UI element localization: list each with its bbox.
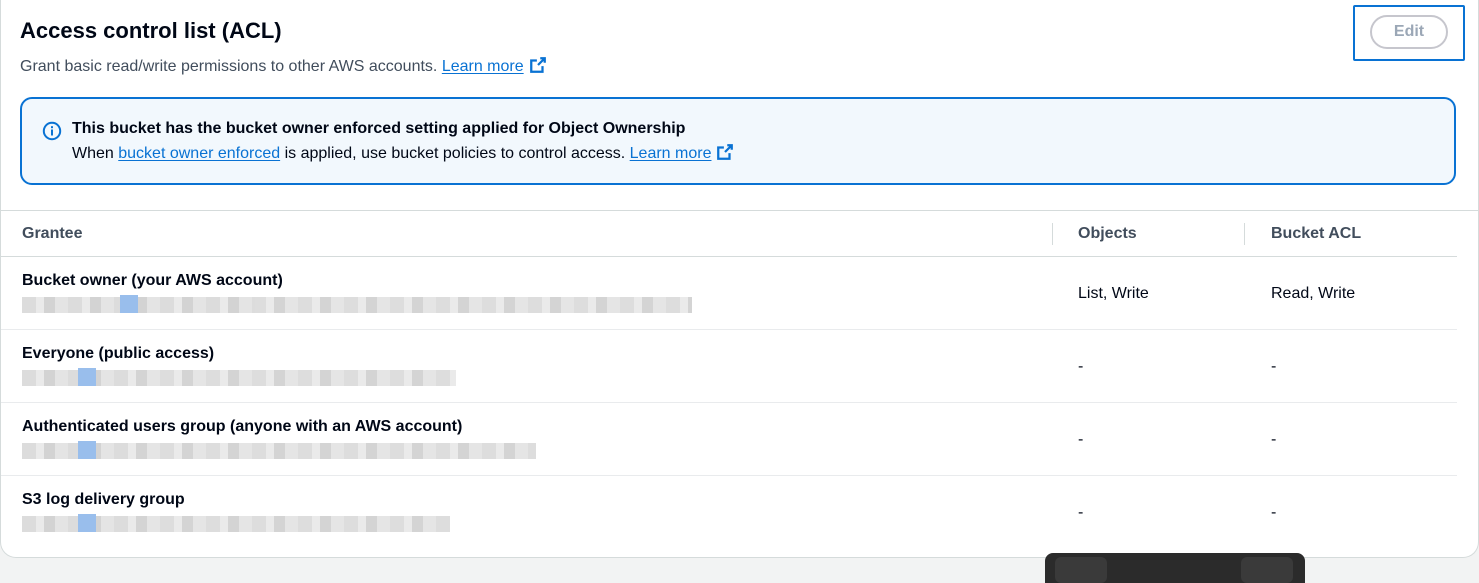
edit-button[interactable]: Edit: [1370, 15, 1448, 49]
bucket-acl-permission: -: [1271, 504, 1277, 521]
bucket-owner-enforced-link[interactable]: bucket owner enforced: [118, 145, 280, 162]
bucket-acl-permission: -: [1271, 358, 1277, 375]
learn-more-link[interactable]: Learn more: [441, 57, 547, 75]
alert-body-prefix: When: [72, 145, 114, 162]
external-link-icon: [717, 144, 734, 160]
acl-panel: Access control list (ACL) Grant basic re…: [0, 0, 1479, 558]
column-resizer[interactable]: [1244, 223, 1245, 245]
table-header: Grantee Objects Bucket ACL: [1, 211, 1457, 257]
grantee-name: Everyone (public access): [22, 345, 215, 362]
redacted-group-uri: [22, 514, 450, 532]
table-row: S3 log delivery group - -: [1, 476, 1457, 549]
info-alert: This bucket has the bucket owner enforce…: [20, 97, 1456, 185]
column-header-bucket-acl[interactable]: Bucket ACL: [1271, 211, 1361, 257]
bucket-acl-permission: Read, Write: [1271, 285, 1356, 302]
objects-permission: -: [1078, 504, 1084, 521]
acl-table: Grantee Objects Bucket ACL Bucket owner …: [1, 211, 1457, 549]
edit-button-focus-ring: Edit: [1353, 5, 1465, 61]
toolbar-item[interactable]: [1241, 557, 1293, 583]
column-header-objects[interactable]: Objects: [1078, 211, 1137, 257]
objects-permission: -: [1078, 358, 1084, 375]
description-text: Grant basic read/write permissions to ot…: [20, 58, 438, 75]
toolbar-item[interactable]: [1055, 557, 1107, 583]
column-header-grantee[interactable]: Grantee: [22, 211, 82, 257]
column-resizer[interactable]: [1052, 223, 1053, 245]
floating-toolbar: [1045, 553, 1305, 583]
info-icon: [42, 121, 62, 141]
objects-permission: -: [1078, 431, 1084, 448]
bucket-acl-permission: -: [1271, 431, 1277, 448]
redacted-group-uri: [22, 368, 456, 386]
grantee-name: Bucket owner (your AWS account): [22, 272, 283, 289]
grantee-name: Authenticated users group (anyone with a…: [22, 418, 463, 435]
section-title: Access control list (ACL): [20, 18, 282, 43]
redacted-group-uri: [22, 441, 536, 459]
objects-permission: List, Write: [1078, 285, 1149, 302]
grantee-name: S3 log delivery group: [22, 491, 185, 508]
table-row: Everyone (public access) - -: [1, 330, 1457, 403]
learn-more-label: Learn more: [441, 58, 524, 75]
redacted-canonical-id: [22, 295, 692, 313]
section-description: Grant basic read/write permissions to ot…: [20, 56, 1458, 78]
alert-learn-more-link[interactable]: Learn more: [629, 144, 735, 162]
external-link-icon: [529, 57, 546, 73]
alert-title: This bucket has the bucket owner enforce…: [72, 120, 686, 137]
table-row: Bucket owner (your AWS account) List, Wr…: [1, 257, 1457, 330]
alert-body-suffix: is applied, use bucket policies to contr…: [284, 145, 626, 162]
acl-header: Access control list (ACL) Grant basic re…: [20, 16, 1458, 78]
alert-body: When bucket owner enforced is applied, u…: [72, 143, 734, 165]
table-row: Authenticated users group (anyone with a…: [1, 403, 1457, 476]
alert-learn-more-label: Learn more: [629, 145, 712, 162]
